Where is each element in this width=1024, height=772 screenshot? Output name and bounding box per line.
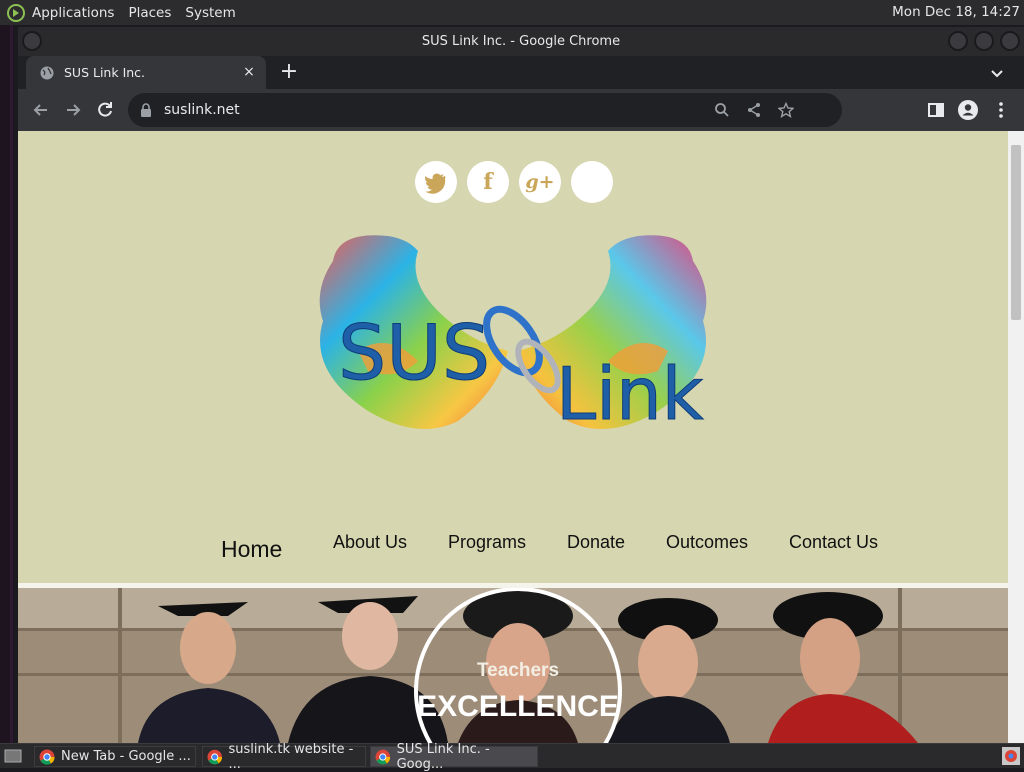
- chrome-icon: [375, 749, 391, 764]
- nav-contact-us[interactable]: Contact Us: [789, 532, 878, 553]
- workspace-switcher-icon[interactable]: [1002, 747, 1020, 765]
- nav-about-us[interactable]: About Us: [333, 532, 407, 553]
- window-menu-button[interactable]: [22, 31, 42, 51]
- new-tab-button[interactable]: +: [276, 59, 302, 85]
- applications-menu[interactable]: Applications: [32, 5, 114, 21]
- side-panel-icon[interactable]: [923, 97, 949, 123]
- logo-sus-text: SUS: [338, 308, 490, 397]
- browser-toolbar: suslink.net: [18, 89, 1024, 131]
- taskbar-item-label: SUS Link Inc. - Goog...: [396, 741, 490, 772]
- desktop-taskbar: New Tab - Google ... suslink.tk website …: [0, 742, 1024, 772]
- taskbar-item-new-tab[interactable]: New Tab - Google ...: [34, 746, 196, 767]
- tab-search-chevron-icon[interactable]: [986, 62, 1008, 84]
- google-plus-icon[interactable]: g+: [519, 161, 561, 203]
- site-nav: Home About Us Programs Donate Outcomes C…: [18, 526, 1008, 586]
- lock-icon[interactable]: [140, 103, 152, 117]
- window-titlebar[interactable]: SUS Link Inc. - Google Chrome: [18, 27, 1024, 56]
- web-page: f g+ SUS Link Home About Us Programs Don…: [18, 131, 1008, 743]
- left-desktop-strip: [0, 25, 14, 743]
- hero-banner[interactable]: Teachers EXCELLENCE: [18, 588, 1008, 743]
- chrome-icon: [39, 749, 55, 765]
- close-window-button[interactable]: [1000, 31, 1020, 51]
- tab-title: SUS Link Inc.: [64, 65, 146, 80]
- taskbar-item-suslink-inc[interactable]: SUS Link Inc. - Goog...: [370, 742, 538, 772]
- suslink-logo[interactable]: SUS Link: [298, 231, 728, 441]
- system-menu[interactable]: System: [185, 5, 235, 21]
- scrollbar-thumb[interactable]: [1011, 145, 1021, 320]
- page-scrollbar[interactable]: [1008, 131, 1024, 743]
- address-bar[interactable]: suslink.net: [128, 93, 842, 127]
- logo-link-text: Link: [556, 352, 704, 436]
- profile-avatar-icon[interactable]: [955, 97, 981, 123]
- desktop-top-panel: Applications Places System Mon Dec 18, 1…: [0, 0, 1024, 25]
- url-text[interactable]: suslink.net: [164, 102, 240, 118]
- mint-logo-icon[interactable]: [6, 3, 26, 23]
- nav-outcomes[interactable]: Outcomes: [666, 532, 748, 553]
- hero-excellence-text: EXCELLENCE: [417, 690, 619, 723]
- tab-suslink[interactable]: SUS Link Inc. ×: [26, 56, 266, 89]
- graduation-photo: Teachers EXCELLENCE: [18, 588, 1008, 743]
- show-desktop-icon[interactable]: [4, 748, 22, 764]
- places-menu[interactable]: Places: [128, 5, 171, 21]
- search-icon[interactable]: [714, 102, 730, 118]
- taskbar-item-label: suslink.tk website - ...: [228, 741, 354, 772]
- bookmark-star-icon[interactable]: [778, 102, 794, 118]
- tab-close-icon[interactable]: ×: [240, 63, 258, 81]
- twitter-icon[interactable]: [415, 161, 457, 203]
- nav-donate[interactable]: Donate: [567, 532, 625, 553]
- share-icon[interactable]: [746, 102, 762, 118]
- forward-arrow-icon[interactable]: [60, 97, 86, 123]
- chrome-icon: [207, 749, 222, 764]
- taskbar-item-label: New Tab - Google ...: [61, 749, 191, 764]
- reload-icon[interactable]: [92, 97, 118, 123]
- hero-teachers-text: Teachers: [477, 660, 559, 681]
- globe-icon: [40, 66, 54, 79]
- facebook-icon[interactable]: f: [467, 161, 509, 203]
- blank-social-icon[interactable]: [571, 161, 613, 203]
- taskbar-item-suslink-tk[interactable]: suslink.tk website - ...: [202, 742, 366, 772]
- more-menu-icon[interactable]: [988, 97, 1014, 123]
- nav-home[interactable]: Home: [221, 536, 282, 563]
- nav-programs[interactable]: Programs: [448, 532, 526, 553]
- back-arrow-icon[interactable]: [28, 97, 54, 123]
- tab-strip: SUS Link Inc. × +: [18, 56, 1024, 89]
- minimize-button[interactable]: [948, 31, 968, 51]
- window-title: SUS Link Inc. - Google Chrome: [421, 34, 621, 49]
- chrome-window: SUS Link Inc. - Google Chrome SUS Link I…: [18, 27, 1024, 743]
- clock[interactable]: Mon Dec 18, 14:27: [892, 4, 1020, 20]
- maximize-button[interactable]: [974, 31, 994, 51]
